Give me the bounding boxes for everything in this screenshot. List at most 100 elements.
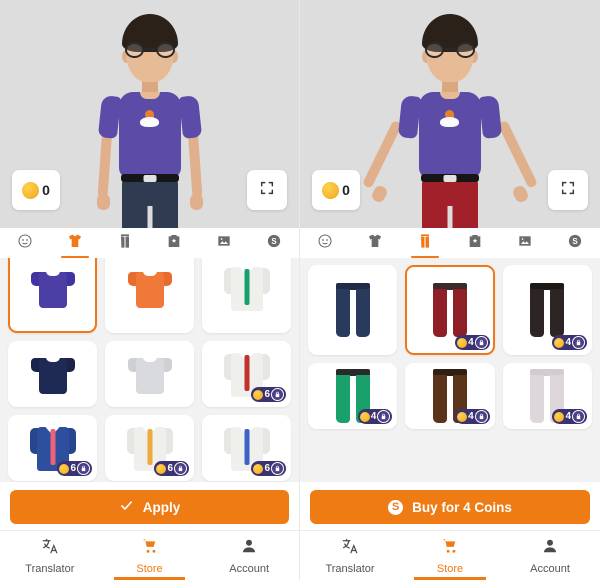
garment-art-coat <box>223 263 270 313</box>
category-tab-tops[interactable] <box>50 228 100 258</box>
category-tab-face[interactable] <box>300 228 350 258</box>
shirt-logo-icon <box>139 110 161 128</box>
coin-balance[interactable]: 0 <box>312 170 360 210</box>
fullscreen-button[interactable] <box>548 170 588 210</box>
category-tab-bag[interactable] <box>149 228 199 258</box>
price-badge: 6 <box>251 461 286 476</box>
avatar-shirt <box>419 92 481 178</box>
garment-art-jeans <box>530 283 565 337</box>
nav-store[interactable]: Store <box>400 531 500 580</box>
category-tab-tops[interactable] <box>350 228 400 258</box>
store-item-blue-suit[interactable]: 6 <box>8 415 97 481</box>
tshirt-icon <box>67 233 83 254</box>
avatar-sleeve-right <box>478 95 503 139</box>
nav-label: Account <box>229 562 270 575</box>
avatar-hand-left <box>96 194 110 210</box>
store-item-green-tie-coat[interactable] <box>202 258 291 333</box>
lock-icon <box>77 462 90 475</box>
store-item-red-jeans[interactable]: 4 <box>405 265 495 355</box>
store-item-blue-tie-coat[interactable]: 6 <box>202 415 291 481</box>
category-tab-pants[interactable] <box>400 228 450 258</box>
coin-balance[interactable]: 0 <box>12 170 60 210</box>
store-item-brown-jeans[interactable]: 4 <box>405 363 495 429</box>
dollar-icon: S <box>567 233 583 254</box>
lock-icon <box>377 410 391 423</box>
cart-icon <box>441 537 459 560</box>
category-tab-pants[interactable] <box>100 228 150 258</box>
category-tab-background[interactable] <box>199 228 249 258</box>
bottom-navigation: Translator Store Account <box>0 530 299 580</box>
apply-button[interactable]: Apply <box>10 490 289 524</box>
avatar-store-screen: 0 S 6 6 6 6 Apply Translator Store Account 0 S 4 4 4 4 4… <box>0 0 600 580</box>
buy-button[interactable]: S Buy for 4 Coins <box>310 490 590 524</box>
person-icon <box>240 537 258 560</box>
store-item-navy-jersey[interactable] <box>8 341 97 407</box>
store-item-navy-jeans[interactable] <box>308 265 398 355</box>
category-tab-face[interactable] <box>0 228 50 258</box>
category-tab-background[interactable] <box>500 228 550 258</box>
price-badge: 4 <box>552 409 587 424</box>
garment-art-tshirt <box>30 266 75 310</box>
action-button-label: Buy for 4 Coins <box>412 499 512 515</box>
price-value: 4 <box>370 410 377 422</box>
price-badge: 6 <box>154 461 189 476</box>
garment-art-jeans <box>335 283 370 337</box>
avatar-figure[interactable] <box>75 6 225 228</box>
tshirt-icon <box>367 233 383 254</box>
dollar-icon: S <box>388 499 404 515</box>
store-item-black-jeans[interactable]: 4 <box>502 265 592 355</box>
avatar-sleeve-left <box>97 95 121 139</box>
garment-art-tshirt <box>127 266 172 310</box>
coin-icon <box>457 337 468 348</box>
lock-icon <box>572 410 585 423</box>
translate-icon <box>41 537 59 560</box>
action-button-label: Apply <box>142 499 181 515</box>
expand-icon <box>259 180 275 201</box>
store-item-white-jeans[interactable]: 4 <box>502 363 592 429</box>
avatar-hand-right <box>189 194 203 210</box>
price-value: 6 <box>264 462 270 474</box>
item-grid-area[interactable]: 4 4 4 4 4 <box>300 258 600 482</box>
store-item-orange-tshirt[interactable] <box>105 258 194 333</box>
avatar-belt-buckle <box>143 175 156 182</box>
price-badge: 4 <box>552 335 587 350</box>
avatar-stage[interactable]: 0 <box>300 0 600 228</box>
price-value: 4 <box>565 336 571 348</box>
lock-icon <box>474 410 488 423</box>
price-badge: 6 <box>57 461 92 476</box>
store-item-red-tie-coat[interactable]: 6 <box>202 341 291 407</box>
coin-icon <box>156 463 167 474</box>
store-item-white-jersey[interactable] <box>105 341 194 407</box>
category-tab-bag[interactable] <box>450 228 500 258</box>
item-grid-area[interactable]: 6 6 6 6 <box>0 258 299 482</box>
nav-store[interactable]: Store <box>100 531 200 580</box>
nav-label: Store <box>436 562 464 575</box>
category-tab-bar: S <box>300 228 600 258</box>
nav-account[interactable]: Account <box>199 531 299 580</box>
avatar-figure[interactable] <box>361 6 539 228</box>
nav-translator[interactable]: Translator <box>300 531 400 580</box>
avatar-arm-left <box>361 119 403 189</box>
store-item-purple-tshirt[interactable] <box>8 258 97 333</box>
store-item-orange-tie-coat[interactable]: 6 <box>105 415 194 481</box>
bag-star-icon <box>467 233 483 254</box>
avatar-stage[interactable]: 0 <box>0 0 299 228</box>
store-item-green-jeans[interactable]: 4 <box>308 363 398 429</box>
category-tab-bar: S <box>0 228 299 258</box>
nav-translator[interactable]: Translator <box>0 531 100 580</box>
category-tab-coins[interactable]: S <box>550 228 600 258</box>
svg-text:S: S <box>271 237 277 246</box>
panel-right: 0 S 4 4 4 4 4 S Buy for 4 Coins Translator Store Ac… <box>300 0 600 580</box>
price-value: 6 <box>70 462 76 474</box>
fullscreen-button[interactable] <box>247 170 287 210</box>
pants-icon <box>417 233 433 254</box>
lock-icon <box>271 388 284 401</box>
action-bar: S Buy for 4 Coins <box>300 482 600 530</box>
coin-icon <box>554 411 565 422</box>
nav-account[interactable]: Account <box>500 531 600 580</box>
category-tab-coins[interactable]: S <box>249 228 299 258</box>
lock-icon <box>174 462 187 475</box>
nav-label: Translator <box>25 562 75 575</box>
face-icon <box>17 233 33 254</box>
avatar-hand-right <box>511 183 530 205</box>
